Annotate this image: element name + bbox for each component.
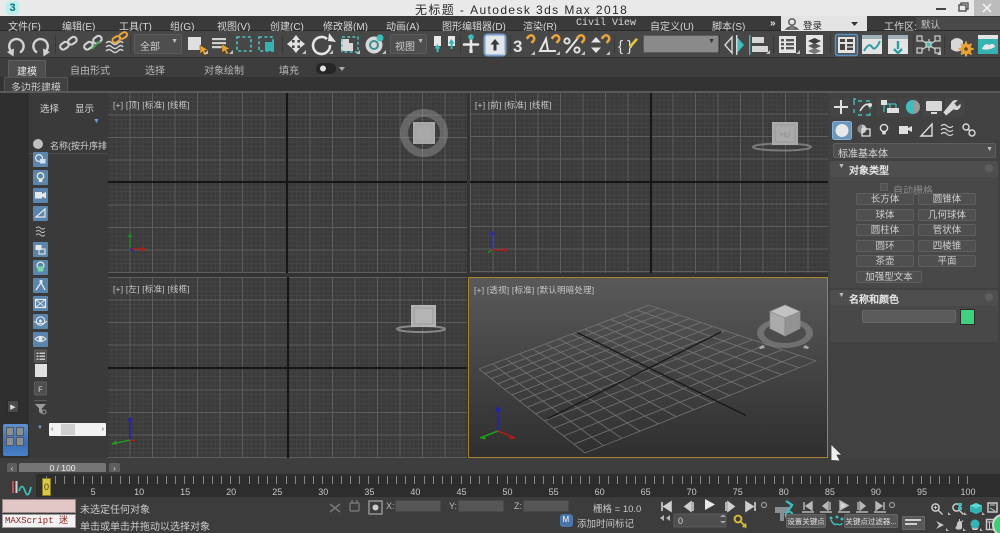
svg-text:3: 3: [513, 37, 522, 56]
svg-text:0: 0: [678, 516, 683, 526]
svg-text:HU: HU: [780, 132, 790, 139]
svg-text:F: F: [38, 386, 43, 395]
